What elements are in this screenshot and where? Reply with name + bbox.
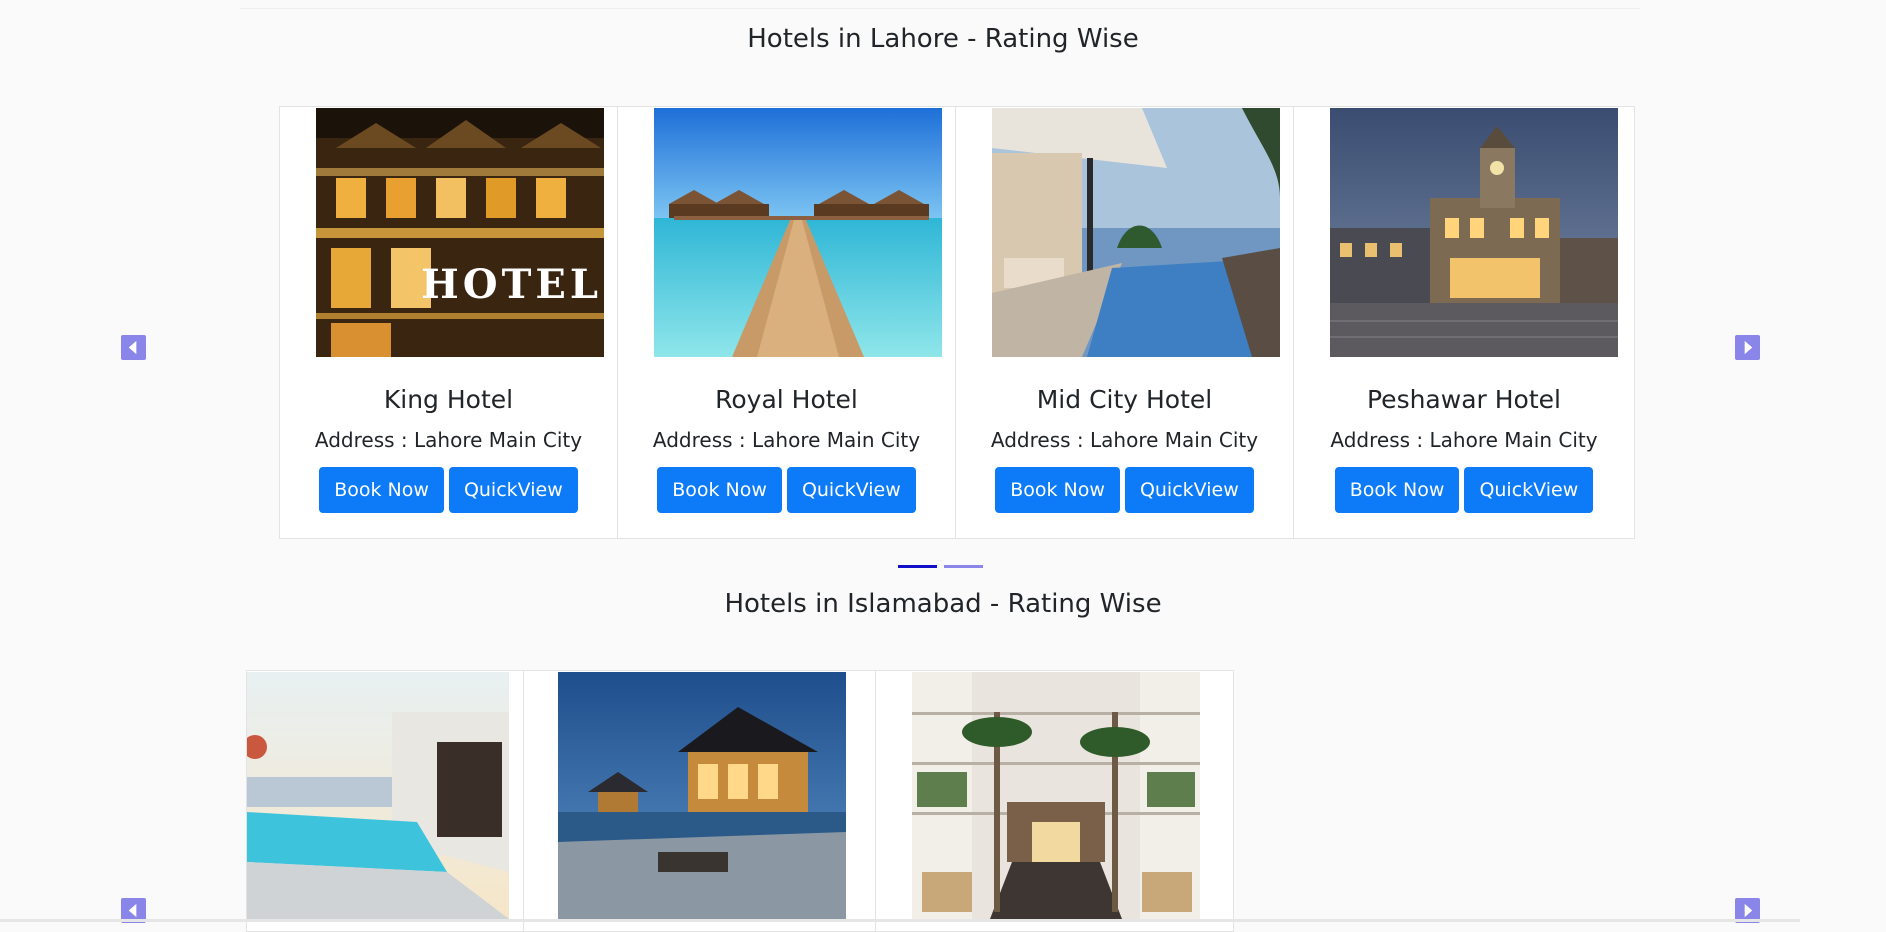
hotel-card: HOTEL King Hotel Address : Lahore Main C… [280,107,618,538]
hotel-card: Peshawar Hotel Address : Lahore Main Cit… [1294,107,1635,538]
hotel-card [876,671,1234,931]
book-now-button[interactable]: Book Now [657,467,782,513]
top-divider [240,8,1640,9]
hotel-address: Address : Lahore Main City [990,428,1259,452]
hotel-card [524,671,876,931]
hotel-name: Peshawar Hotel [1367,385,1561,414]
hotel-card [247,671,524,931]
chevron-left-icon [128,903,137,918]
book-now-button[interactable]: Book Now [1334,467,1460,513]
hotel-photo-islamabad-2 [558,672,846,919]
hotel-address: Address : Lahore Main City [314,428,583,452]
hotel-name: Royal Hotel [715,385,858,414]
section-title-islamabad: Hotels in Islamabad - Rating Wise [724,589,1162,619]
carousel-indicator-2[interactable] [944,565,983,568]
hotel-name: Mid City Hotel [1036,385,1213,414]
hotel-card: Royal Hotel Address : Lahore Main City B… [618,107,956,538]
hotel-address: Address : Lahore Main City [652,428,921,452]
carousel-prev-button-lahore[interactable] [121,335,146,360]
carousel-indicators-lahore [898,565,983,568]
hotel-photo-islamabad-1 [247,672,509,919]
carousel-next-button-lahore[interactable] [1735,335,1760,360]
book-now-button[interactable]: Book Now [319,467,444,513]
hotel-name: King Hotel [383,385,514,414]
section-title-lahore: Hotels in Lahore - Rating Wise [747,24,1139,54]
chevron-right-icon [1744,903,1753,918]
hotel-carousel-lahore: HOTEL King Hotel Address : Lahore Main C… [279,106,1635,539]
quickview-button[interactable]: QuickView [1124,467,1254,513]
hotel-address: Address : Lahore Main City [1330,428,1598,452]
hotel-photo-royal-hotel [654,108,942,357]
chevron-left-icon [128,340,137,355]
quickview-button[interactable]: QuickView [786,467,916,513]
chevron-right-icon [1744,340,1753,355]
book-now-button[interactable]: Book Now [995,467,1120,513]
hotel-photo-peshawar-hotel [1330,108,1618,357]
carousel-indicator-1[interactable] [898,565,937,568]
quickview-button[interactable]: QuickView [1464,467,1594,513]
hotel-photo-islamabad-3 [912,672,1200,919]
svg-text:HOTEL: HOTEL [421,261,602,308]
quickview-button[interactable]: QuickView [448,467,578,513]
hotel-photo-mid-city-hotel [992,108,1280,357]
hotel-carousel-islamabad [246,670,1234,932]
hotel-photo-king-hotel: HOTEL [316,108,604,357]
hotel-card: Mid City Hotel Address : Lahore Main Cit… [956,107,1294,538]
